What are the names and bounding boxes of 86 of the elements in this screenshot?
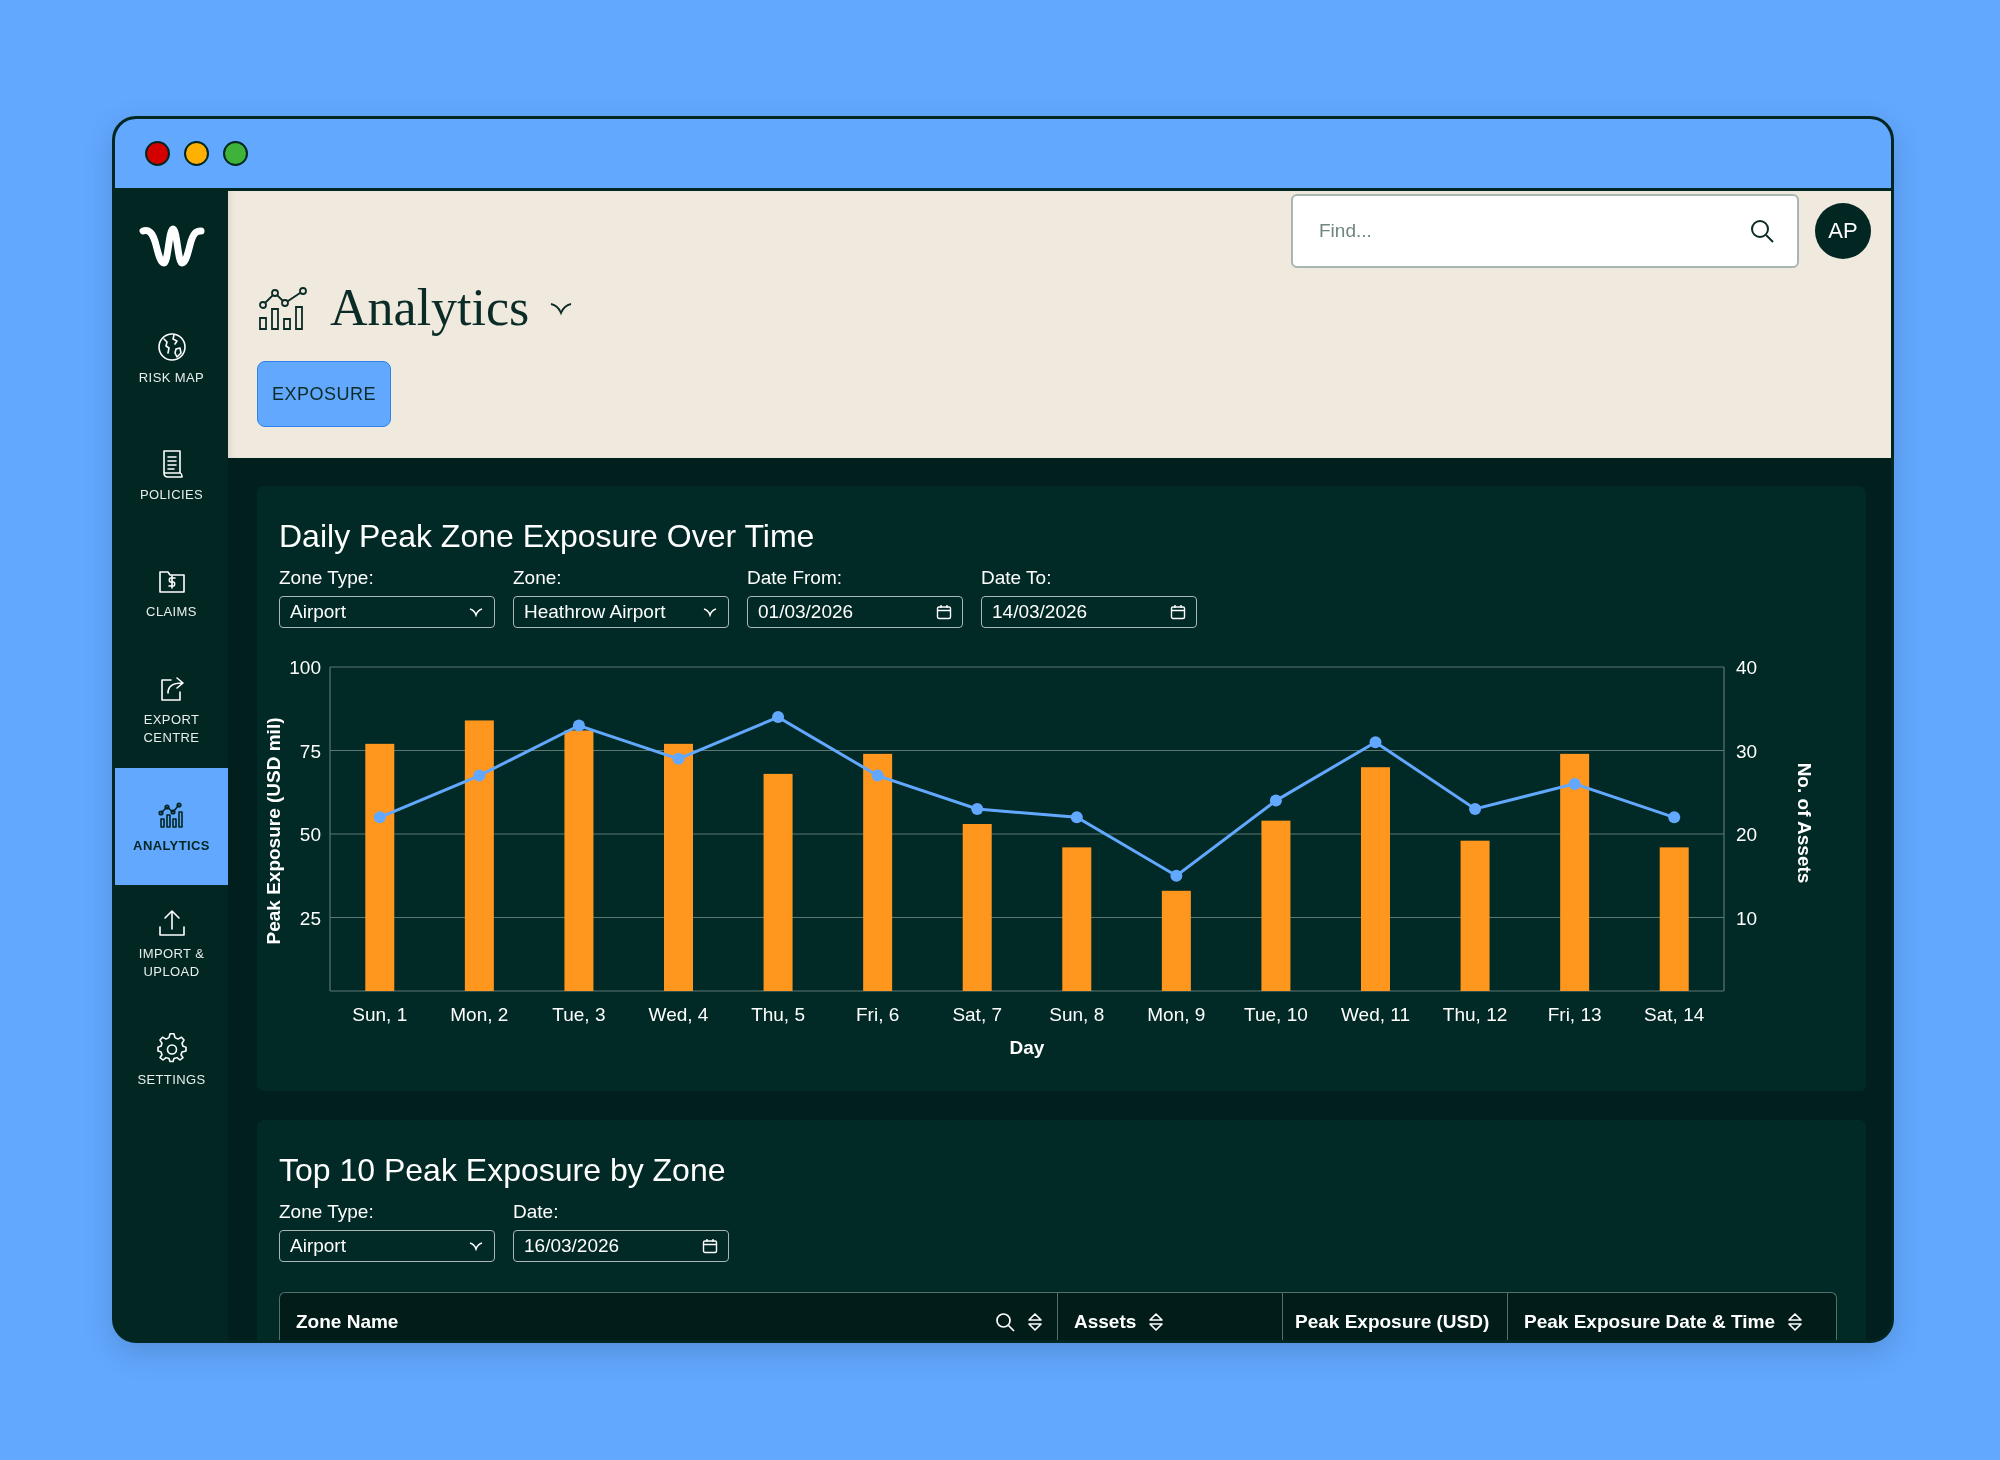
dropdown[interactable]: Airport — [279, 596, 495, 628]
tick-label: 10 — [1736, 907, 1758, 929]
tick-label: Thu, 5 — [751, 1004, 805, 1025]
tick-label: Tue, 10 — [1244, 1004, 1308, 1025]
tick-label: 30 — [1736, 740, 1758, 762]
sidebar-item[interactable]: SETTINGS — [115, 1002, 228, 1119]
calendar-icon — [1170, 604, 1186, 620]
data-point — [1369, 736, 1382, 749]
data-point — [1170, 869, 1183, 882]
calendar-icon — [936, 604, 952, 620]
close-button[interactable] — [145, 141, 170, 166]
axis-label: No. of Assets — [1794, 762, 1815, 884]
data-point — [672, 752, 685, 765]
globe-icon — [155, 330, 188, 363]
data-point — [473, 769, 486, 782]
sort-icon — [1027, 1312, 1043, 1332]
field-label: Zone Type: — [279, 568, 375, 588]
tick-label: 75 — [299, 740, 321, 762]
search-icon — [995, 1312, 1015, 1332]
date-field[interactable]: 16/03/2026 — [513, 1230, 729, 1262]
zoom-button[interactable] — [223, 141, 248, 166]
chart-icon — [258, 285, 310, 331]
tick-label: Wed, 11 — [1341, 1004, 1410, 1025]
caret-icon — [702, 607, 718, 617]
data-point — [871, 769, 884, 782]
axis-label: Day — [1009, 1037, 1045, 1058]
sidebar-item[interactable]: EXPORT CENTRE — [115, 651, 228, 768]
tick-label: 50 — [299, 824, 321, 845]
data-point — [1269, 794, 1282, 807]
data-point — [1568, 777, 1581, 790]
data-point — [1668, 811, 1681, 824]
tick-label: Tue, 3 — [552, 1004, 606, 1025]
field-label: Date From: — [747, 568, 844, 588]
card-title: Top 10 Peak Exposure by Zone — [279, 1151, 727, 1190]
data-point — [772, 711, 785, 724]
data-point — [1469, 802, 1482, 815]
field-label: Zone: — [513, 568, 563, 588]
dropdown[interactable]: Airport — [279, 1230, 495, 1262]
search-field[interactable]: Find... — [1291, 194, 1799, 268]
field-label: Date: — [513, 1202, 560, 1222]
tab[interactable]: EXPOSURE — [257, 361, 391, 427]
tick-label: Wed, 4 — [648, 1004, 709, 1025]
data-point — [572, 719, 585, 732]
settings-icon — [155, 1032, 188, 1065]
date-field[interactable]: 01/03/2026 — [747, 596, 963, 628]
date-field[interactable]: 14/03/2026 — [981, 596, 1197, 628]
tick-label: 20 — [1736, 824, 1758, 845]
column-header[interactable]: Assets — [1058, 1293, 1283, 1340]
data-point — [971, 802, 984, 815]
card-title: Daily Peak Zone Exposure Over Time — [279, 517, 816, 556]
chevron-down-icon[interactable] — [549, 300, 574, 316]
user-avatar[interactable]: AP — [1815, 203, 1871, 259]
column-header[interactable]: Peak Exposure Date & Time — [1508, 1293, 1836, 1340]
data-point — [373, 811, 386, 824]
sidebar-item[interactable]: IMPORT & UPLOAD — [115, 885, 228, 1002]
field-label: Zone Type: — [279, 1202, 375, 1222]
minimize-button[interactable] — [184, 141, 209, 166]
caret-icon — [468, 607, 484, 617]
tick-label: Mon, 9 — [1147, 1004, 1206, 1025]
sidebar-item[interactable]: CLAIMS — [115, 534, 228, 651]
field-label: Date To: — [981, 568, 1053, 588]
sort-icon — [1148, 1312, 1165, 1332]
axis-label: Peak Exposure (USD mil) — [263, 717, 284, 945]
tick-label: 100 — [289, 657, 321, 678]
sidebar-item[interactable]: RISK MAP — [115, 300, 228, 417]
tick-label: Sat, 14 — [1644, 1004, 1705, 1025]
tick-label: 25 — [299, 907, 321, 929]
tick-label: Thu, 12 — [1442, 1004, 1508, 1025]
tick-label: Fri, 6 — [856, 1004, 900, 1025]
tick-label: Sun, 8 — [1049, 1004, 1105, 1025]
tick-label: Sun, 1 — [352, 1004, 408, 1025]
tick-label: Mon, 2 — [450, 1004, 509, 1025]
tick-label: 40 — [1736, 657, 1758, 678]
sidebar-item[interactable]: ANALYTICS — [115, 768, 228, 885]
tick-label: Fri, 13 — [1547, 1004, 1602, 1025]
page-title[interactable]: Analytics — [330, 278, 530, 338]
column-header[interactable]: Zone Name — [280, 1293, 1058, 1340]
dropdown[interactable]: Heathrow Airport — [513, 596, 729, 628]
tick-label: Sat, 7 — [952, 1004, 1003, 1025]
search-icon[interactable] — [1749, 218, 1775, 244]
sort-icon — [1787, 1312, 1803, 1332]
calendar-icon — [702, 1238, 718, 1254]
caret-icon — [468, 1241, 484, 1251]
column-header[interactable]: Peak Exposure (USD) — [1283, 1293, 1508, 1340]
sidebar-item[interactable]: POLICIES — [115, 417, 228, 534]
data-point — [1070, 811, 1083, 824]
